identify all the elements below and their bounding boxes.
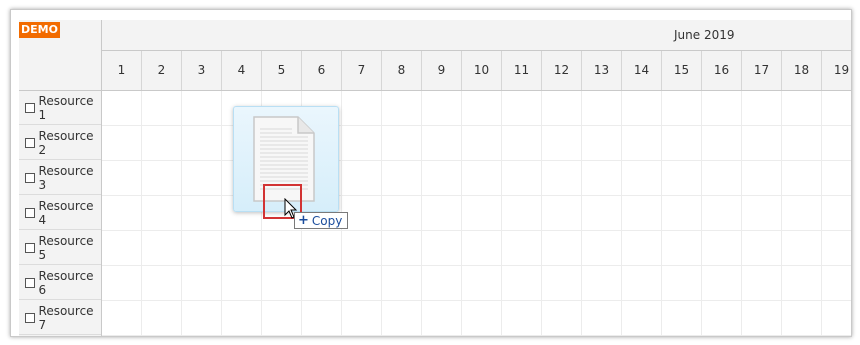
resource-row-header[interactable]: Resource 2 [19,126,101,160]
day-header-cell: 7 [342,51,382,90]
resource-row-header[interactable]: Resource 5 [19,231,101,265]
resource-checkbox[interactable] [25,137,35,148]
day-header-row: 1 2 3 4 5 6 7 8 9 10 11 12 13 14 15 16 17 18 19 [102,51,851,90]
day-header-cell: 17 [742,51,782,90]
copy-label: Copy [311,213,343,228]
plus-icon: + [298,213,309,228]
day-header-cell: 2 [142,51,182,90]
resource-label: Resource 6 [38,268,94,297]
resource-label: Resource 5 [38,233,94,262]
day-header-cell: 11 [502,51,542,90]
grid-row-line [102,160,851,161]
grid-row-line [102,335,851,336]
grid-row-line [102,195,851,196]
day-header-cell: 5 [262,51,302,90]
grid-row-line [102,300,851,301]
day-header-cell: 9 [422,51,462,90]
month-header-row: June 2019 [102,20,851,51]
day-header-cell: 10 [462,51,502,90]
grid-row-line [102,125,851,126]
day-header-cell: 8 [382,51,422,90]
scheduler: DEMO June 2019 1 2 3 4 5 6 7 8 9 10 11 12 13 14 15 16 17… [10,9,852,337]
day-header-cell: 4 [222,51,262,90]
day-header-cell: 19 [822,51,851,90]
day-header-cell: 3 [182,51,222,90]
day-header-cell: 18 [782,51,822,90]
resource-label: Resource 7 [38,303,94,332]
grid-row-line [102,230,851,231]
resource-row-header[interactable]: Resource 1 [19,91,101,125]
demo-badge: DEMO [19,22,60,38]
resource-checkbox[interactable] [25,312,35,323]
resource-label: Resource 3 [38,163,94,192]
resource-row-header[interactable]: Resource 4 [19,196,101,230]
resource-row-header[interactable]: Resource 3 [19,161,101,195]
copy-tooltip: + Copy [294,212,348,229]
day-header-cell: 6 [302,51,342,90]
resource-checkbox[interactable] [25,207,35,218]
resource-label: Resource 4 [38,198,94,227]
resource-column: Resource 1 Resource 2 Resource 3 Resource 4… [19,91,102,336]
resource-row-header[interactable]: Resource 7 [19,301,101,335]
grid-row-line [102,265,851,266]
resource-checkbox[interactable] [25,102,35,113]
day-header-cell: 15 [662,51,702,90]
resource-label: Resource 1 [38,93,94,122]
scheduler-grid[interactable] [102,91,851,336]
resource-checkbox[interactable] [25,242,35,253]
time-header: June 2019 1 2 3 4 5 6 7 8 9 10 11 12 13 14 15 16 17 18 19 [102,20,851,91]
resource-label: Resource 2 [38,128,94,157]
day-header-cell: 16 [702,51,742,90]
day-header-cell: 13 [582,51,622,90]
day-header-cell: 12 [542,51,582,90]
month-label: June 2019 [674,28,735,42]
resource-checkbox[interactable] [25,277,35,288]
resource-row-header[interactable]: Resource 6 [19,266,101,300]
scheduler-corner: DEMO [19,20,102,91]
resource-checkbox[interactable] [25,172,35,183]
day-header-cell: 14 [622,51,662,90]
day-header-cell: 1 [102,51,142,90]
